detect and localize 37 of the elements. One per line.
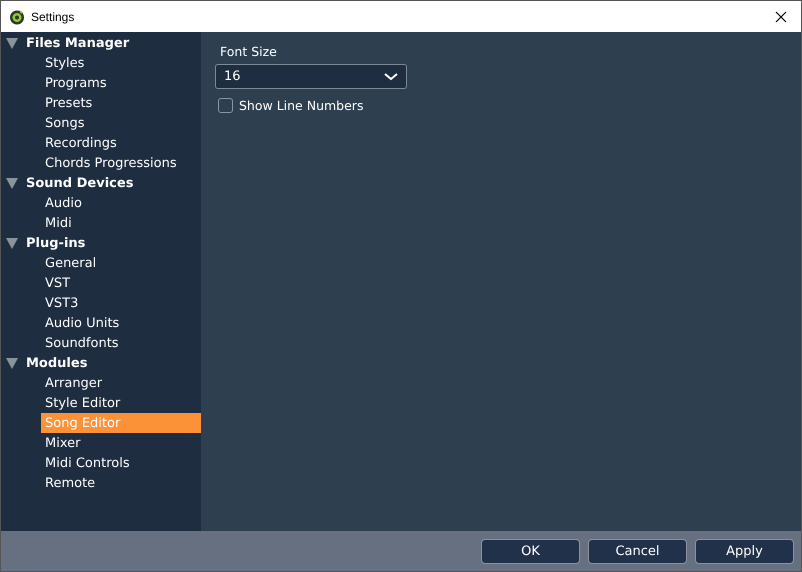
sidebar-group-label[interactable]: Sound Devices [26, 176, 134, 190]
checkbox-label: Show Line Numbers [239, 98, 364, 113]
sidebar-item[interactable]: VST [41, 273, 201, 293]
sidebar-item[interactable]: Midi [41, 213, 201, 233]
sidebar-item[interactable]: Style Editor [41, 393, 201, 413]
expanded-triangle-icon[interactable] [6, 357, 18, 369]
sidebar-group-label[interactable]: Files Manager [26, 36, 130, 50]
sidebar-item[interactable]: Songs [41, 113, 201, 133]
expanded-triangle-icon[interactable] [6, 237, 18, 249]
sidebar-item[interactable]: Audio Units [41, 313, 201, 333]
sidebar-item[interactable]: Presets [41, 93, 201, 113]
sidebar-item[interactable]: VST3 [41, 293, 201, 313]
sidebar-item[interactable]: General [41, 253, 201, 273]
sidebar-item[interactable]: Midi Controls [41, 453, 201, 473]
dialog-button[interactable]: Apply [695, 538, 794, 564]
sidebar-item[interactable]: Chords Progressions [41, 153, 201, 173]
sidebar-item[interactable]: Audio [41, 193, 201, 213]
close-icon [775, 10, 787, 22]
sidebar-item[interactable]: Soundfonts [41, 333, 201, 353]
sidebar-item[interactable]: Mixer [41, 433, 201, 453]
sidebar-item[interactable]: Remote [41, 473, 201, 493]
dialog-button[interactable]: OK [481, 538, 580, 564]
dialog-button[interactable]: Cancel [588, 538, 687, 564]
sidebar-item[interactable]: Recordings [41, 133, 201, 153]
font-size-label: Font Size [220, 44, 278, 59]
sidebar-item[interactable]: Programs [41, 73, 201, 93]
sidebar-item[interactable]: Styles [41, 53, 201, 73]
window-title: Settings [31, 10, 74, 24]
sidebar-item[interactable]: Arranger [41, 373, 201, 393]
checkbox[interactable] [218, 98, 233, 113]
sidebar-group-label[interactable]: Plug-ins [26, 236, 86, 250]
expanded-triangle-icon[interactable] [6, 37, 18, 49]
font-size-dropdown[interactable]: 16 [215, 64, 407, 89]
expanded-triangle-icon[interactable] [6, 177, 18, 189]
app-logo-icon [9, 8, 25, 24]
sidebar-group-label[interactable]: Modules [26, 356, 88, 370]
chevron-down-icon [384, 72, 398, 80]
